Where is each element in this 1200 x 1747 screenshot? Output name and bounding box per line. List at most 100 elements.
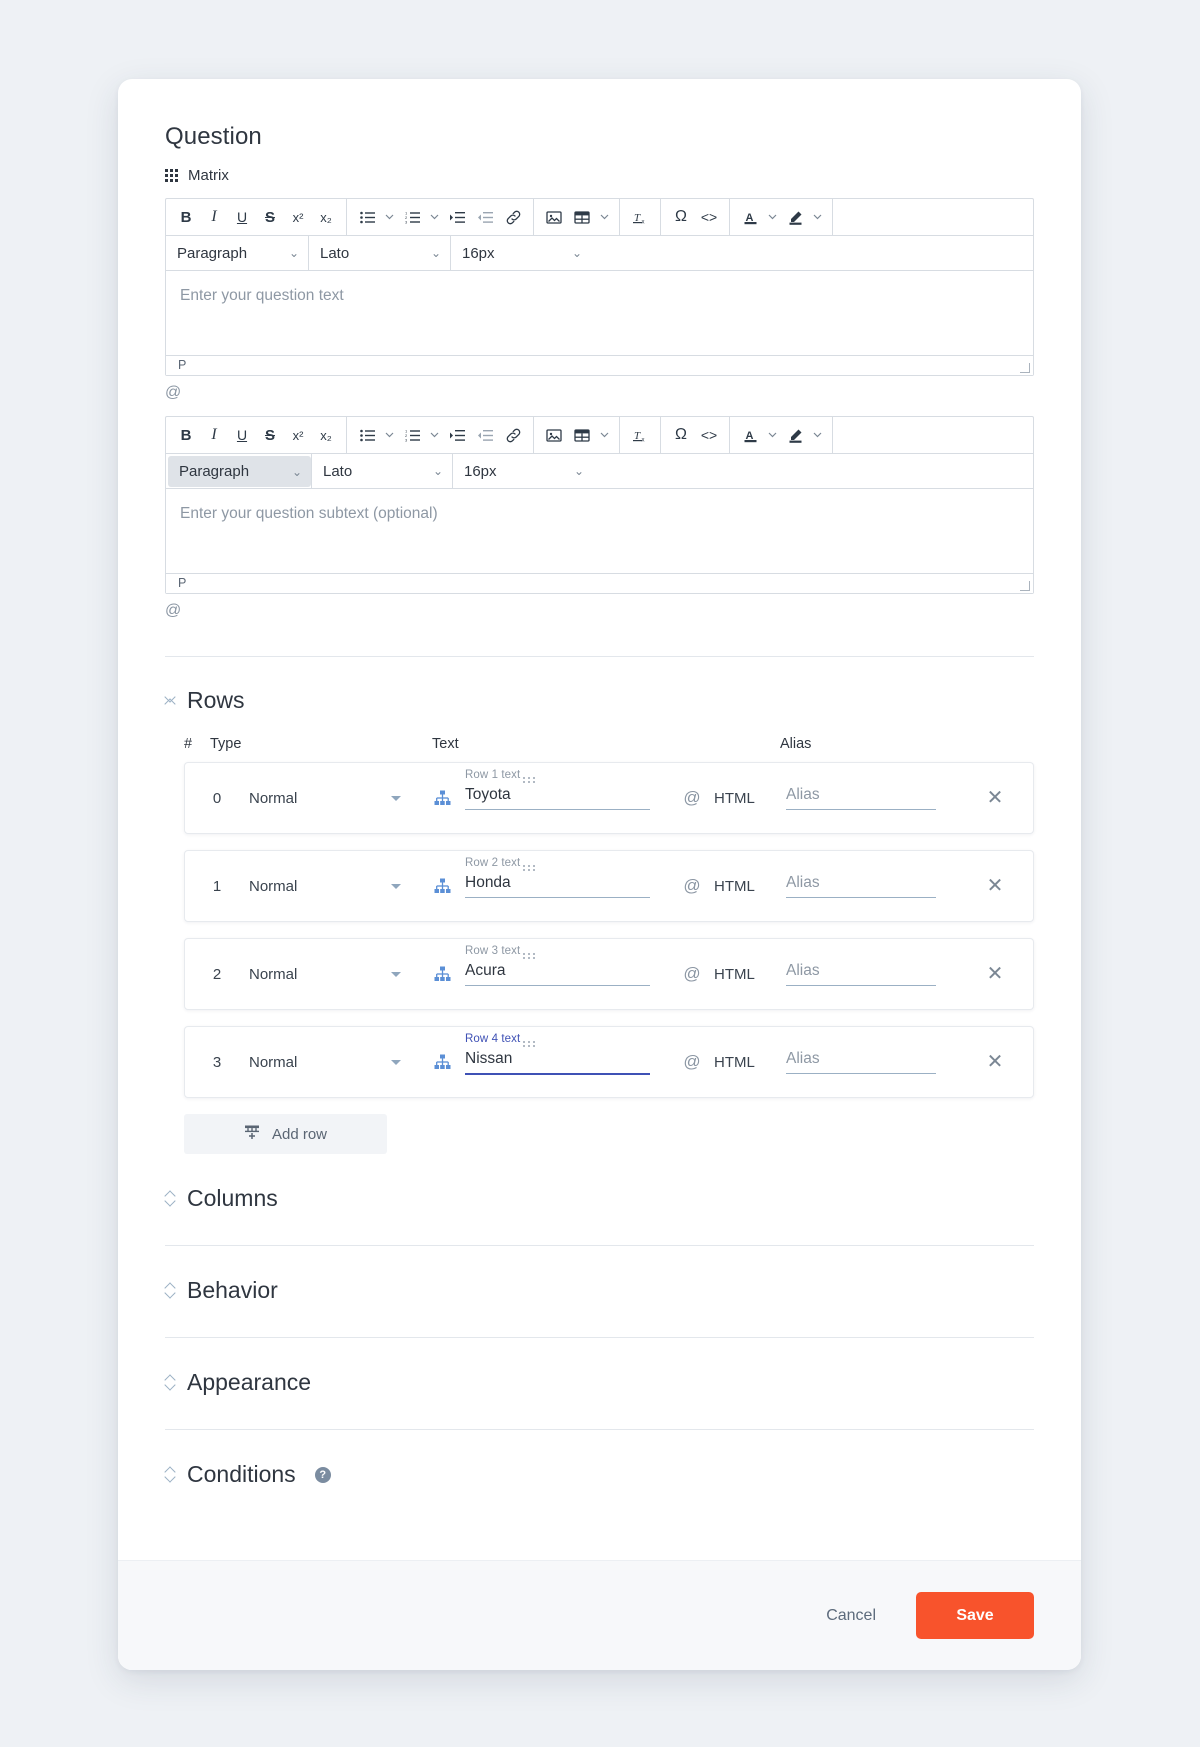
row-text-input[interactable] [465,1049,650,1075]
highlighter-icon[interactable] [782,422,808,448]
font-color-icon[interactable]: A [737,422,763,448]
table-chevron-down-icon[interactable] [597,422,612,448]
bullet-list-icon[interactable] [354,422,380,448]
remove-row-icon[interactable]: ✕ [957,876,1033,896]
row-type-select[interactable]: Normal [249,966,419,983]
section-header-toggle[interactable]: Conditions? [165,1461,1034,1488]
remove-row-icon[interactable]: ✕ [957,788,1033,808]
link-icon[interactable] [500,204,526,230]
superscript-icon[interactable]: x² [285,422,311,448]
row-html-toggle[interactable]: HTML [714,966,786,983]
row-text-input[interactable] [465,962,650,986]
row-html-toggle[interactable]: HTML [714,878,786,895]
image-icon[interactable] [541,422,567,448]
outdent-icon[interactable] [472,422,498,448]
section-header-toggle[interactable]: Behavior [165,1277,1034,1304]
expand-chevron-icon [165,1466,176,1483]
numbered-list-chevron-down-icon[interactable] [427,204,442,230]
strikethrough-icon[interactable]: S [257,204,283,230]
font-size-select[interactable]: 16px ⌄ [451,236,591,270]
table-icon[interactable] [569,422,595,448]
rows-section-header[interactable]: Rows [165,687,1034,714]
table-chevron-down-icon[interactable] [597,204,612,230]
bullet-list-chevron-down-icon[interactable] [382,422,397,448]
subtext-toolbar-group-clear: Tx [620,417,661,453]
row-alias-input[interactable] [786,1050,936,1074]
hierarchy-icon[interactable] [419,1054,465,1070]
indent-icon[interactable] [444,204,470,230]
strikethrough-icon[interactable]: S [257,422,283,448]
font-size-value: 16px [462,244,495,262]
help-icon[interactable]: ? [314,1466,331,1483]
question-text-input[interactable]: Enter your question text [166,271,1033,355]
numbered-list-icon[interactable]: 123 [399,422,425,448]
row-alias-input[interactable] [786,786,936,810]
font-family-select[interactable]: Lato ⌄ [309,236,451,270]
row-alias-input[interactable] [786,874,936,898]
row-mention-icon[interactable]: @ [670,1052,714,1072]
bold-icon[interactable]: B [173,204,199,230]
clear-formatting-icon[interactable]: Tx [627,422,653,448]
link-icon[interactable] [500,422,526,448]
paragraph-style-select[interactable]: Paragraph ⌄ [166,236,309,270]
indent-icon[interactable] [444,422,470,448]
bullet-list-icon[interactable] [354,204,380,230]
source-code-icon[interactable]: <> [696,204,722,230]
highlighter-icon[interactable] [782,204,808,230]
font-color-icon[interactable]: A [737,204,763,230]
underline-icon[interactable]: U [229,204,255,230]
font-color-chevron-down-icon[interactable] [765,204,780,230]
drag-handle-icon[interactable] [523,953,536,962]
add-row-button[interactable]: Add row [184,1114,387,1154]
superscript-icon[interactable]: x² [285,204,311,230]
underline-icon[interactable]: U [229,422,255,448]
hierarchy-icon[interactable] [419,790,465,806]
special-character-icon[interactable]: Ω [668,422,694,448]
subscript-icon[interactable]: x₂ [313,204,339,230]
italic-icon[interactable]: I [201,204,227,230]
subtext-font-size-select[interactable]: 16px ⌄ [453,454,593,488]
row-type-select[interactable]: Normal [249,790,419,807]
save-button[interactable]: Save [916,1592,1034,1639]
remove-row-icon[interactable]: ✕ [957,964,1033,984]
row-mention-icon[interactable]: @ [670,964,714,984]
hierarchy-icon[interactable] [419,966,465,982]
remove-row-icon[interactable]: ✕ [957,1052,1033,1072]
font-color-chevron-down-icon[interactable] [765,422,780,448]
table-icon[interactable] [569,204,595,230]
drag-handle-icon[interactable] [523,777,536,786]
special-character-icon[interactable]: Ω [668,204,694,230]
hierarchy-icon[interactable] [419,878,465,894]
row-html-toggle[interactable]: HTML [714,1054,786,1071]
row-alias-input[interactable] [786,962,936,986]
highlighter-chevron-down-icon[interactable] [810,204,825,230]
subtext-font-family-select[interactable]: Lato ⌄ [311,454,453,488]
outdent-icon[interactable] [472,204,498,230]
drag-handle-icon[interactable] [523,1041,536,1050]
drag-handle-icon[interactable] [523,865,536,874]
bold-icon[interactable]: B [173,422,199,448]
clear-formatting-icon[interactable]: Tx [627,204,653,230]
row-html-toggle[interactable]: HTML [714,790,786,807]
row-text-input[interactable] [465,786,650,810]
row-mention-icon[interactable]: @ [670,876,714,896]
question-subtext-mention-icon[interactable]: @ [165,602,181,620]
row-type-select[interactable]: Normal [249,1054,419,1071]
question-subtext-input[interactable]: Enter your question subtext (optional) [166,489,1033,573]
row-text-input[interactable] [465,874,650,898]
section-header-toggle[interactable]: Columns [165,1185,1034,1212]
section-header-toggle[interactable]: Appearance [165,1369,1034,1396]
numbered-list-icon[interactable]: 123 [399,204,425,230]
question-text-mention-icon[interactable]: @ [165,384,181,402]
italic-icon[interactable]: I [201,422,227,448]
highlighter-chevron-down-icon[interactable] [810,422,825,448]
subscript-icon[interactable]: x₂ [313,422,339,448]
source-code-icon[interactable]: <> [696,422,722,448]
subtext-paragraph-style-select[interactable]: Paragraph ⌄ [168,456,311,487]
bullet-list-chevron-down-icon[interactable] [382,204,397,230]
numbered-list-chevron-down-icon[interactable] [427,422,442,448]
image-icon[interactable] [541,204,567,230]
row-mention-icon[interactable]: @ [670,788,714,808]
cancel-button[interactable]: Cancel [820,1606,882,1626]
row-type-select[interactable]: Normal [249,878,419,895]
